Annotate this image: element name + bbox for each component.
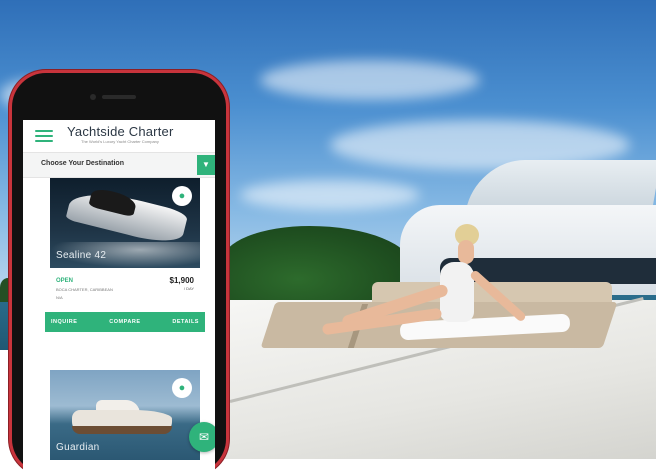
listing-location-detail: N/A [56,295,63,300]
yacht-image [65,184,189,248]
destination-label: Choose Your Destination [41,160,124,167]
listing-card[interactable]: ● Sealine 42 OPEN BOCA CHARTER, CARIBBEA… [45,178,205,332]
brand-title[interactable]: Yachtside Charter [67,124,174,139]
hamburger-icon[interactable] [35,130,53,142]
inquire-button[interactable]: INQUIRE [51,319,77,325]
destination-selector[interactable]: Choose Your Destination ▼ [23,152,215,178]
phone-screen: Yachtside Charter The World's Luxury Yac… [23,120,215,473]
listing-image[interactable]: ● Guardian [50,370,200,460]
app-header: Yachtside Charter The World's Luxury Yac… [23,120,215,150]
location-pin-icon[interactable]: ● [172,186,192,206]
person-head [458,240,474,264]
details-button[interactable]: DETAILS [172,319,199,325]
phone-mockup: Yachtside Charter The World's Luxury Yac… [12,73,226,473]
speaker-grille [102,95,136,99]
listing-name: Guardian [56,442,100,453]
price-unit: / DAY [183,286,194,291]
listing-location: BOCA CHARTER, CARIBBEAN [56,287,113,292]
listing-name: Sealine 42 [56,250,107,261]
compare-button[interactable]: COMPARE [109,319,140,325]
listing-info: OPEN BOCA CHARTER, CARIBBEAN N/A $1,900 … [50,268,200,312]
cloud [240,180,420,210]
camera-icon [90,94,96,100]
yacht-hull [72,426,172,434]
listing-price: $1,900 [169,276,194,285]
listing-actions: INQUIRE COMPARE DETAILS [45,312,205,332]
filter-icon[interactable]: ▼ [197,155,215,175]
location-pin-icon[interactable]: ● [172,378,192,398]
cloud [260,60,480,100]
brand-tagline: The World's Luxury Yacht Charter Company [81,139,159,144]
status-badge: OPEN [56,278,74,284]
listing-card[interactable]: ● Guardian [50,370,200,460]
listing-image[interactable]: ● Sealine 42 [50,178,200,268]
chat-icon[interactable]: ✉ [189,422,215,452]
